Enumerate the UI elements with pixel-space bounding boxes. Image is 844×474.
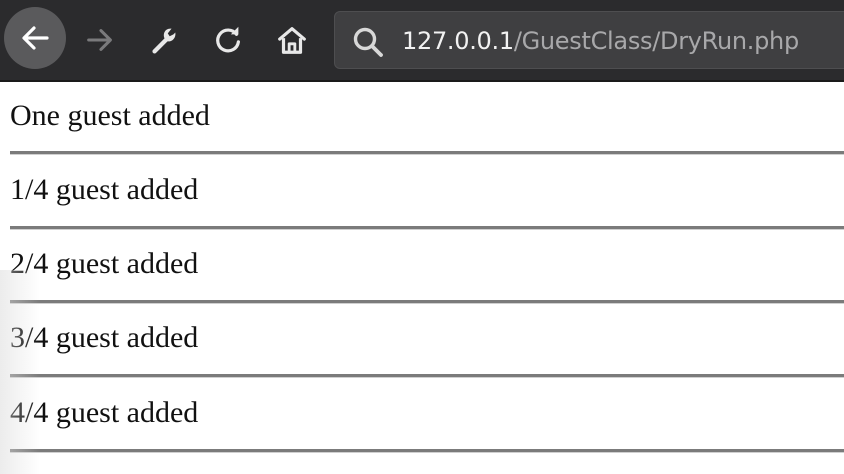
home-icon	[278, 27, 306, 54]
page-content: One guest added 1/4 guest added 2/4 gues…	[0, 82, 844, 474]
search-icon	[353, 27, 383, 57]
settings-button[interactable]	[142, 18, 186, 62]
horizontal-rule	[10, 374, 844, 378]
horizontal-rule	[10, 151, 844, 155]
address-bar[interactable]: 127.0.0.1/GuestClass/DryRun.php	[334, 11, 844, 69]
url-host: 127.0.0.1	[402, 27, 514, 55]
reload-button[interactable]	[206, 18, 250, 62]
guest-message: One guest added	[10, 99, 210, 132]
arrow-left-icon	[22, 26, 49, 50]
guest-message: 4/4 guest added	[10, 396, 199, 429]
horizontal-rule	[10, 226, 844, 230]
horizontal-rule	[10, 449, 844, 453]
guest-message: 3/4 guest added	[10, 321, 199, 354]
home-button[interactable]	[270, 18, 314, 62]
forward-button[interactable]	[78, 18, 122, 62]
guest-message: 1/4 guest added	[10, 173, 199, 206]
guest-message: 2/4 guest added	[10, 247, 199, 280]
url-text[interactable]: 127.0.0.1/GuestClass/DryRun.php	[402, 26, 799, 56]
horizontal-rule	[10, 300, 844, 304]
arrow-right-icon	[87, 29, 112, 51]
reload-icon	[216, 26, 240, 53]
browser-toolbar: 127.0.0.1/GuestClass/DryRun.php	[0, 0, 844, 82]
url-path: /GuestClass/DryRun.php	[513, 27, 799, 55]
back-button[interactable]	[4, 7, 66, 69]
wrench-icon	[152, 28, 176, 54]
